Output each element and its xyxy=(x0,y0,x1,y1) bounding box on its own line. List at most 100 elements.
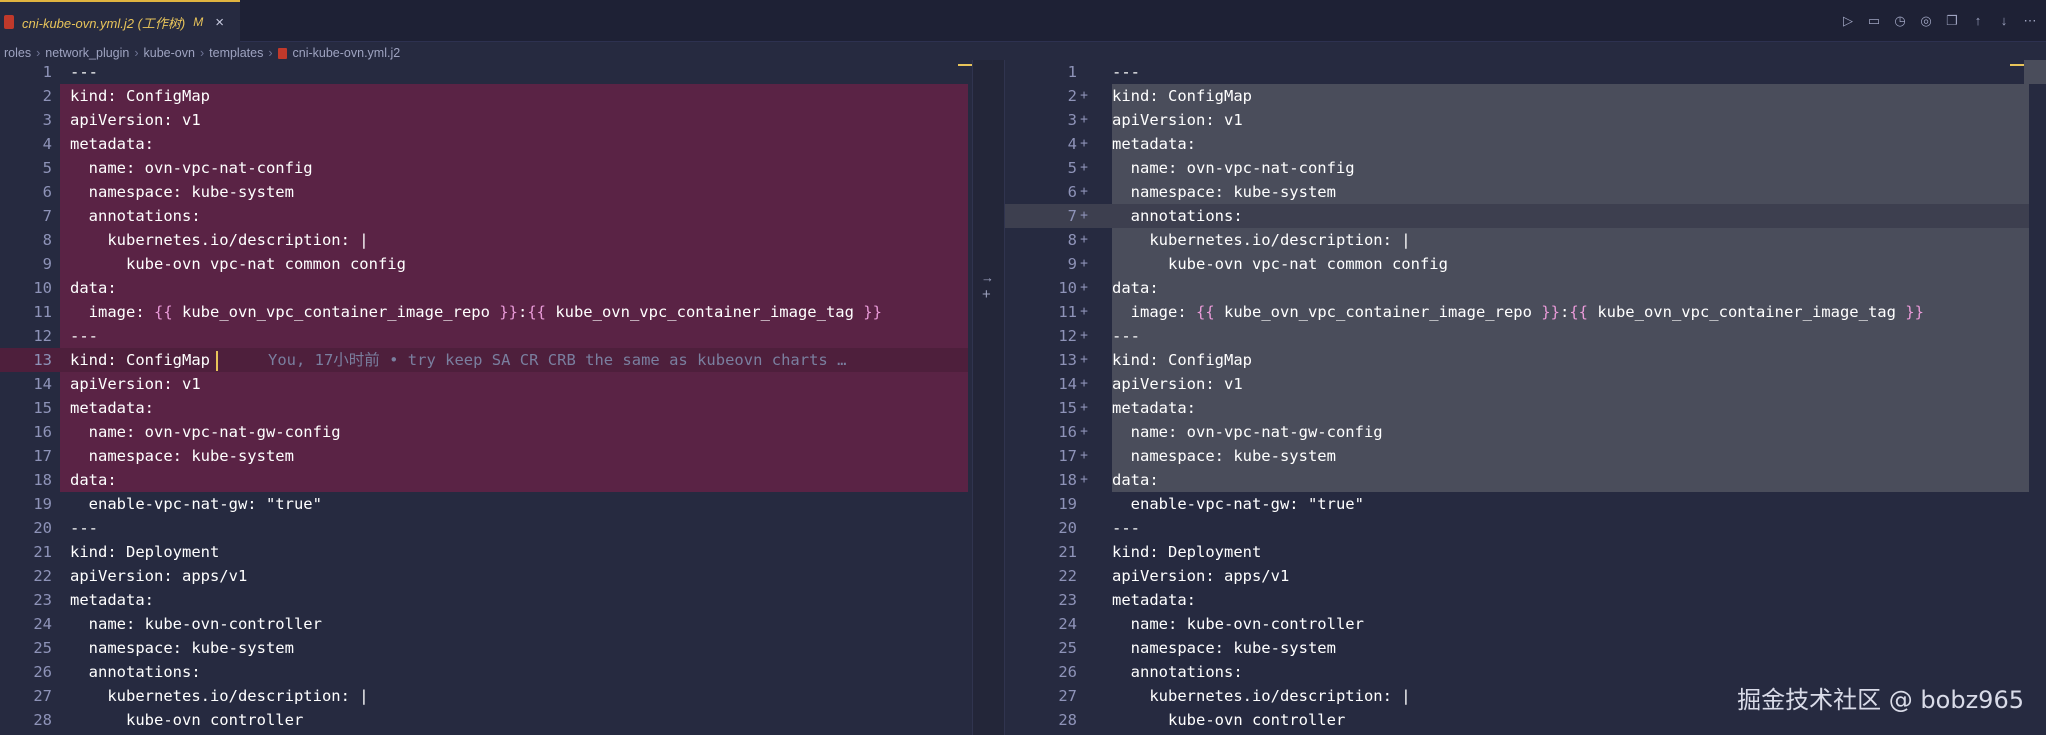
line-text: enable-vpc-nat-gw: "true" xyxy=(1112,495,1364,513)
comment-icon[interactable]: ▭ xyxy=(1866,13,1882,29)
code-line[interactable]: 18 data: xyxy=(0,468,972,492)
line-number: 21 xyxy=(33,543,52,561)
code-line[interactable]: 20 --- xyxy=(0,516,972,540)
line-text: kube-ovn controller xyxy=(1112,711,1346,729)
code-line[interactable]: 15 metadata: xyxy=(0,396,972,420)
plus-icon[interactable]: + xyxy=(982,286,991,303)
code-line[interactable]: 22 apiVersion: apps/v1 xyxy=(1005,564,2041,588)
code-line[interactable]: 19 enable-vpc-nat-gw: "true" xyxy=(1005,492,2041,516)
arrow-down-icon[interactable]: ↓ xyxy=(1996,13,2012,29)
line-text: kube-ovn vpc-nat common config xyxy=(70,255,406,273)
code-line[interactable]: 4 + metadata: xyxy=(1005,132,2041,156)
close-tab-icon[interactable]: × xyxy=(215,14,224,31)
code-line[interactable]: 17 namespace: kube-system xyxy=(0,444,972,468)
code-line[interactable]: 16 name: ovn-vpc-nat-gw-config xyxy=(0,420,972,444)
code-line[interactable]: 27 kubernetes.io/description: | xyxy=(0,684,972,708)
line-number: 5 xyxy=(1067,159,1077,177)
code-line[interactable]: 11 + image: {{ kube_ovn_vpc_container_ima… xyxy=(1005,300,2041,324)
arrow-up-icon[interactable]: ↑ xyxy=(1970,13,1986,29)
code-line[interactable]: 7 annotations: xyxy=(0,204,972,228)
code-line[interactable]: 23 metadata: xyxy=(0,588,972,612)
editor-tab[interactable]: cni-kube-ovn.yml.j2 (工作树) M × xyxy=(0,0,240,42)
code-line[interactable]: 28 kube-ovn controller xyxy=(0,708,972,732)
check-icon[interactable]: ◎ xyxy=(1918,13,1934,29)
code-line[interactable]: 25 namespace: kube-system xyxy=(1005,636,2041,660)
chevron-right-icon: › xyxy=(134,46,139,60)
run-icon[interactable]: ▷ xyxy=(1840,13,1856,29)
line-number: 8 xyxy=(1067,231,1077,249)
code-line[interactable]: 9 kube-ovn vpc-nat common config xyxy=(0,252,972,276)
code-line[interactable]: 8 + kubernetes.io/description: | xyxy=(1005,228,2041,252)
code-line[interactable]: 26 annotations: xyxy=(0,660,972,684)
line-number: 3 xyxy=(1067,111,1077,129)
code-line[interactable]: 23 metadata: xyxy=(1005,588,2041,612)
code-line[interactable]: 24 name: kube-ovn-controller xyxy=(0,612,972,636)
line-number: 25 xyxy=(1058,639,1077,657)
line-number: 4 xyxy=(1067,135,1077,153)
code-line[interactable]: 14 apiVersion: v1 xyxy=(0,372,972,396)
code-line[interactable]: 4 metadata: xyxy=(0,132,972,156)
code-line[interactable]: 3 + apiVersion: v1 xyxy=(1005,108,2041,132)
code-line[interactable]: 20 --- xyxy=(1005,516,2041,540)
code-line[interactable]: 14 + apiVersion: v1 xyxy=(1005,372,2041,396)
line-number: 16 xyxy=(1058,423,1077,441)
breadcrumb-item[interactable]: cni-kube-ovn.yml.j2 xyxy=(293,46,401,60)
code-line[interactable]: 24 name: kube-ovn-controller xyxy=(1005,612,2041,636)
code-line[interactable]: 5 name: ovn-vpc-nat-config xyxy=(0,156,972,180)
line-number: 7 xyxy=(42,207,52,225)
breadcrumb-item[interactable]: kube-ovn xyxy=(144,46,195,60)
code-line[interactable]: 5 + name: ovn-vpc-nat-config xyxy=(1005,156,2041,180)
line-number: 8 xyxy=(42,231,52,249)
code-line[interactable]: 17 + namespace: kube-system xyxy=(1005,444,2041,468)
code-line[interactable]: 18 + data: xyxy=(1005,468,2041,492)
code-line[interactable]: 6 namespace: kube-system xyxy=(0,180,972,204)
code-line[interactable]: 6 + namespace: kube-system xyxy=(1005,180,2041,204)
code-line[interactable]: 1 --- xyxy=(0,60,972,84)
code-line[interactable]: 3 apiVersion: v1 xyxy=(0,108,972,132)
code-line[interactable]: 13 kind: ConfigMap You, 17小时前 • try keep S… xyxy=(0,348,972,372)
line-number: 15 xyxy=(1058,399,1077,417)
breadcrumb-item[interactable]: network_plugin xyxy=(45,46,129,60)
code-line[interactable]: 2 + kind: ConfigMap xyxy=(1005,84,2041,108)
code-line[interactable]: 16 + name: ovn-vpc-nat-gw-config xyxy=(1005,420,2041,444)
code-line[interactable]: 7 + annotations: xyxy=(1005,204,2041,228)
code-line[interactable]: 25 namespace: kube-system xyxy=(0,636,972,660)
insert-marker-icon: + xyxy=(1080,424,1088,439)
code-line[interactable]: 2 kind: ConfigMap xyxy=(0,84,972,108)
line-number: 6 xyxy=(42,183,52,201)
copy-icon[interactable]: ❐ xyxy=(1944,13,1960,29)
code-line[interactable]: 1 --- xyxy=(1005,60,2041,84)
line-number: 1 xyxy=(1067,63,1077,81)
line-text: kind: Deployment xyxy=(1112,543,1262,561)
code-line[interactable]: 9 + kube-ovn vpc-nat common config xyxy=(1005,252,2041,276)
line-number: 6 xyxy=(1067,183,1077,201)
code-line[interactable]: 12 + --- xyxy=(1005,324,2041,348)
code-line[interactable]: 11 image: {{ kube_ovn_vpc_container_imag… xyxy=(0,300,972,324)
editor-actions: ▷ ▭ ◷ ◎ ❐ ↑ ↓ ⋯ xyxy=(1840,0,2038,42)
line-number: 18 xyxy=(33,471,52,489)
breadcrumb-item[interactable]: roles xyxy=(4,46,31,60)
code-line[interactable]: 15 + metadata: xyxy=(1005,396,2041,420)
code-line[interactable]: 21 kind: Deployment xyxy=(0,540,972,564)
line-number: 23 xyxy=(33,591,52,609)
code-line[interactable]: 19 enable-vpc-nat-gw: "true" xyxy=(0,492,972,516)
line-text: data: xyxy=(70,279,117,297)
modified-editor-pane[interactable]: 1 --- 2 + kind: ConfigMap 3 + apiVersion: v1 4 + m… xyxy=(1005,60,2041,735)
arrow-right-icon[interactable]: → xyxy=(981,270,994,285)
history-icon[interactable]: ◷ xyxy=(1892,13,1908,29)
line-text: annotations: xyxy=(70,207,201,225)
line-number: 11 xyxy=(1058,303,1077,321)
code-line[interactable]: 10 + data: xyxy=(1005,276,2041,300)
code-line[interactable]: 8 kubernetes.io/description: | xyxy=(0,228,972,252)
breadcrumb-item[interactable]: templates xyxy=(209,46,263,60)
code-line[interactable]: 21 kind: Deployment xyxy=(1005,540,2041,564)
line-number: 14 xyxy=(33,375,52,393)
line-text: kube-ovn vpc-nat common config xyxy=(1112,255,1448,273)
code-line[interactable]: 22 apiVersion: apps/v1 xyxy=(0,564,972,588)
original-editor-pane[interactable]: 1 --- 2 kind: ConfigMap 3 apiVersion: v1 4 meta… xyxy=(0,60,972,735)
more-icon[interactable]: ⋯ xyxy=(2022,13,2038,29)
code-line[interactable]: 12 --- xyxy=(0,324,972,348)
code-line[interactable]: 13 + kind: ConfigMap xyxy=(1005,348,2041,372)
code-line[interactable]: 10 data: xyxy=(0,276,972,300)
scrollbar-thumb[interactable] xyxy=(2024,60,2046,84)
